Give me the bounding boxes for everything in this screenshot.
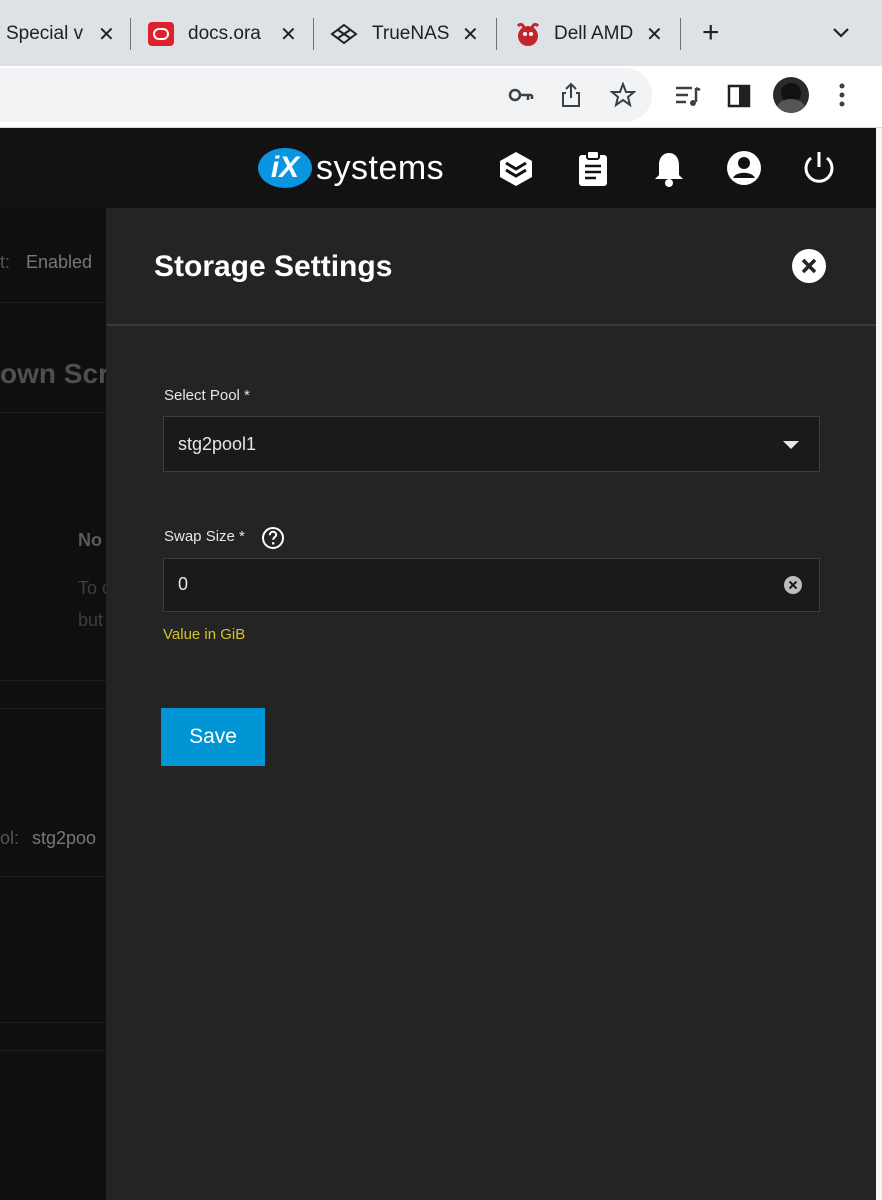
tab-title: TrueNAS bbox=[372, 23, 450, 44]
pool-value: stg2poo bbox=[32, 828, 97, 848]
divider bbox=[0, 412, 106, 413]
tab-title: docs.ora bbox=[188, 23, 261, 44]
divider bbox=[0, 708, 106, 709]
browser-tab[interactable]: Special v ✕ bbox=[6, 14, 126, 54]
notifications-bell-icon[interactable] bbox=[653, 150, 685, 188]
browser-tab[interactable]: TrueNAS ✕ bbox=[330, 14, 490, 54]
browser-tab[interactable]: docs.ora ✕ bbox=[148, 14, 308, 54]
new-tab-button[interactable]: + bbox=[702, 18, 720, 48]
clear-input-icon[interactable] bbox=[783, 575, 803, 595]
select-pool-label: Select Pool * bbox=[164, 387, 250, 404]
tab-separator bbox=[130, 18, 131, 50]
info-text-line: but bbox=[78, 610, 104, 630]
swap-size-input[interactable] bbox=[178, 574, 738, 595]
key-icon[interactable] bbox=[508, 84, 534, 106]
media-queue-icon[interactable] bbox=[674, 84, 702, 108]
select-pool-dropdown[interactable]: stg2pool1 bbox=[163, 416, 820, 472]
truenas-icon bbox=[330, 23, 358, 45]
storage-settings-panel: Storage Settings Select Pool * stg2pool1… bbox=[106, 208, 876, 1200]
tab-title: Special v bbox=[6, 23, 84, 44]
freebsd-icon bbox=[516, 22, 540, 46]
background-page: t: Enabled own Scri No To c but ol: stg2… bbox=[0, 208, 117, 1200]
logo-text: systems bbox=[316, 148, 445, 187]
help-icon[interactable] bbox=[261, 526, 285, 550]
browser-tab[interactable]: Dell AMD ✕ bbox=[514, 14, 674, 54]
power-icon[interactable] bbox=[802, 150, 836, 186]
close-panel-button[interactable] bbox=[792, 249, 826, 283]
tab-title: Dell AMD bbox=[554, 23, 634, 44]
logo-badge: iX bbox=[258, 148, 312, 188]
browser-toolbar bbox=[0, 66, 882, 128]
account-circle-icon[interactable] bbox=[726, 150, 762, 186]
tab-separator bbox=[496, 18, 497, 50]
close-tab-icon[interactable]: ✕ bbox=[462, 22, 479, 47]
dropdown-arrow-icon bbox=[783, 441, 799, 449]
profile-avatar[interactable] bbox=[773, 77, 809, 113]
select-pool-value: stg2pool1 bbox=[178, 434, 257, 454]
browser-tab-bar: Special v ✕ docs.ora ✕ TrueNAS ✕ Dell AM… bbox=[0, 0, 882, 66]
save-button[interactable]: Save bbox=[161, 708, 265, 766]
side-panel-icon[interactable] bbox=[727, 84, 751, 108]
oracle-icon bbox=[148, 22, 174, 46]
close-icon bbox=[801, 258, 817, 274]
panel-title: Storage Settings bbox=[154, 250, 393, 283]
clipboard-icon[interactable] bbox=[576, 150, 610, 188]
panel-divider bbox=[106, 324, 876, 326]
swap-size-field[interactable] bbox=[163, 558, 820, 612]
pool-label: ol: bbox=[0, 828, 20, 848]
tab-separator bbox=[680, 18, 681, 50]
chevron-down-icon[interactable] bbox=[830, 22, 852, 44]
enabled-label: t: bbox=[0, 252, 11, 272]
divider bbox=[0, 302, 106, 303]
divider bbox=[0, 876, 106, 877]
no-items-heading: No bbox=[78, 530, 102, 550]
swap-size-label: Swap Size * bbox=[164, 528, 245, 545]
truecommand-icon[interactable] bbox=[497, 150, 535, 188]
app-header: iX systems bbox=[0, 128, 876, 208]
divider bbox=[0, 1022, 106, 1023]
close-tab-icon[interactable]: ✕ bbox=[646, 22, 663, 47]
swap-size-hint: Value in GiB bbox=[163, 626, 246, 643]
divider bbox=[0, 680, 106, 681]
address-bar[interactable] bbox=[0, 68, 652, 122]
tab-separator bbox=[313, 18, 314, 50]
close-tab-icon[interactable]: ✕ bbox=[280, 22, 297, 47]
share-icon[interactable] bbox=[560, 82, 582, 108]
bookmark-star-icon[interactable] bbox=[610, 82, 636, 108]
divider bbox=[0, 1050, 106, 1051]
close-tab-icon[interactable]: ✕ bbox=[98, 22, 115, 47]
ixsystems-logo: iX systems bbox=[258, 148, 444, 188]
page-edge bbox=[876, 128, 882, 1200]
more-vert-icon[interactable] bbox=[838, 82, 846, 108]
section-title: own Scri bbox=[0, 358, 117, 389]
enabled-value: Enabled bbox=[26, 252, 93, 272]
